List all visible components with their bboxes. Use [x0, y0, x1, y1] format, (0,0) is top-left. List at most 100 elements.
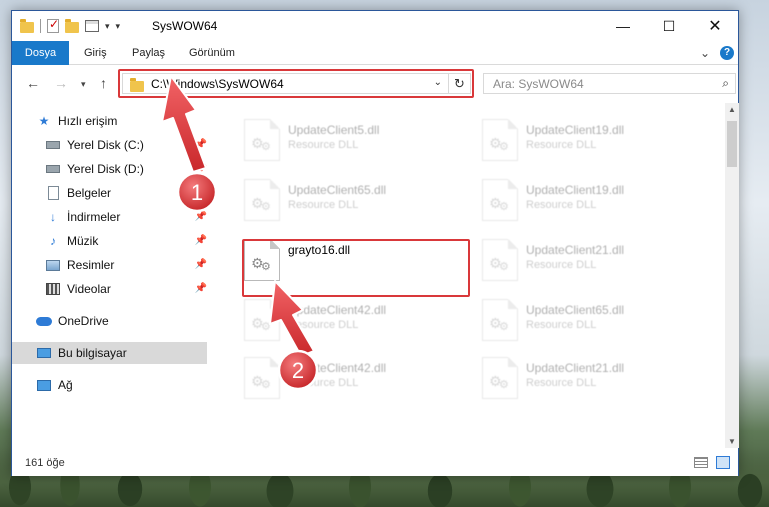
- file-type: Resource DLL: [288, 377, 359, 389]
- file-item[interactable]: ⚙ ⚙ UpdateClient42.dll Resource DLL: [224, 351, 450, 406]
- file-list: ⚙ ⚙ UpdateClient5.dll Resource DLL ⚙ ⚙ Upd…: [217, 103, 725, 448]
- properties-check-icon[interactable]: [47, 17, 59, 33]
- sidebar-item-documents[interactable]: Belgeler 📌: [45, 182, 207, 204]
- scroll-thumb[interactable]: [727, 121, 737, 167]
- view-properties-icon[interactable]: [85, 20, 99, 32]
- file-item[interactable]: ⚙ ⚙ UpdateClient19.dll Resource DLL: [462, 173, 688, 228]
- drive-icon: [46, 141, 60, 149]
- file-item[interactable]: ⚙ ⚙ UpdateClient42.dll Resource DLL: [224, 293, 450, 348]
- window-title: SysWOW64: [152, 19, 218, 33]
- search-input[interactable]: Ara: SysWOW64 ⌕: [483, 73, 736, 94]
- dll-file-icon: ⚙ ⚙: [482, 299, 518, 341]
- expand-ribbon-icon[interactable]: ⌄: [700, 46, 710, 60]
- file-type: Resource DLL: [526, 377, 597, 389]
- sidebar-item-label: Bu bilgisayar: [58, 346, 127, 360]
- tab-share[interactable]: Paylaş: [120, 41, 177, 65]
- sidebar-item-videos[interactable]: Videolar 📌: [45, 278, 207, 300]
- file-name: UpdateClient21.dll: [526, 361, 625, 375]
- sidebar-item-label: Müzik: [67, 234, 99, 248]
- file-item[interactable]: ⚙ ⚙ UpdateClient65.dll Resource DLL: [224, 173, 450, 228]
- dll-file-icon: ⚙ ⚙: [244, 357, 280, 399]
- pin-icon[interactable]: 📌: [195, 259, 207, 270]
- file-item[interactable]: ⚙ ⚙ UpdateClient21.dll Resource DLL: [462, 351, 688, 406]
- pin-icon[interactable]: 📌: [195, 187, 207, 198]
- tab-view[interactable]: Görünüm: [177, 41, 247, 65]
- scroll-down-icon[interactable]: ▼: [728, 437, 736, 446]
- pin-icon[interactable]: 📌: [195, 235, 207, 246]
- maximize-button[interactable]: ☐: [646, 11, 692, 41]
- sidebar-item-label: Videolar: [67, 282, 111, 296]
- pin-icon[interactable]: 📌: [195, 211, 207, 222]
- file-type: Resource DLL: [526, 139, 597, 151]
- star-icon: ★: [38, 114, 50, 128]
- new-folder-icon[interactable]: [65, 18, 79, 33]
- file-type: Resource DLL: [288, 199, 359, 211]
- customize-toolbar-icon[interactable]: ▾: [116, 21, 121, 32]
- cloud-icon: [36, 316, 52, 326]
- sidebar-item-downloads[interactable]: ↓ İndirmeler 📌: [45, 206, 207, 228]
- drive-icon: [46, 165, 60, 173]
- help-icon[interactable]: ?: [720, 46, 734, 60]
- sidebar-item-quick-access[interactable]: ★ Hızlı erişim: [36, 110, 207, 132]
- file-name: UpdateClient65.dll: [288, 183, 387, 197]
- file-explorer-window: ▾ ▾ SysWOW64 — ☐ ✕ Dosya Giriş Paylaş Gö…: [11, 10, 739, 476]
- minimize-button[interactable]: —: [600, 11, 646, 41]
- title-bar: ▾ ▾ SysWOW64 — ☐ ✕: [12, 11, 738, 41]
- dll-file-icon: ⚙ ⚙: [482, 357, 518, 399]
- pin-icon[interactable]: 📌: [195, 139, 207, 150]
- sidebar-item-label: Belgeler: [67, 186, 112, 200]
- sidebar-item-local-disk-c[interactable]: Yerel Disk (C:) 📌: [45, 134, 207, 156]
- search-icon: ⌕: [722, 76, 729, 90]
- sidebar-item-this-pc[interactable]: Bu bilgisayar: [12, 342, 207, 364]
- quick-access-dropdown-icon[interactable]: ▾: [105, 21, 110, 32]
- scroll-up-icon[interactable]: ▲: [728, 105, 736, 114]
- up-button[interactable]: ↑: [100, 75, 107, 91]
- file-type: Resource DLL: [526, 199, 597, 211]
- file-item[interactable]: ⚙ ⚙ UpdateClient5.dll Resource DLL: [224, 113, 450, 168]
- navigation-bar: ← → ▾ ↑ C:\Windows\SysWOW64 ⌄ ↻ Ara: Sys…: [12, 65, 738, 103]
- file-item[interactable]: ⚙ ⚙ UpdateClient19.dll Resource DLL: [462, 113, 688, 168]
- dll-file-icon: ⚙ ⚙: [482, 239, 518, 281]
- network-icon: [37, 379, 51, 391]
- folder-icon: [20, 18, 34, 33]
- file-type: Resource DLL: [526, 319, 597, 331]
- recent-locations-button[interactable]: ▾: [81, 79, 86, 90]
- item-count: 161 öğe: [25, 457, 65, 469]
- back-button[interactable]: ←: [26, 75, 40, 91]
- file-name: UpdateClient5.dll: [288, 123, 380, 137]
- status-bar: 161 öğe: [12, 448, 738, 476]
- sidebar-item-pictures[interactable]: Resimler 📌: [45, 254, 207, 276]
- sidebar-item-label: OneDrive: [58, 314, 109, 328]
- tab-home[interactable]: Giriş: [72, 41, 119, 65]
- file-name: UpdateClient19.dll: [526, 183, 625, 197]
- sidebar-item-local-disk-d[interactable]: Yerel Disk (D:) 📌: [45, 158, 207, 180]
- dll-file-icon: ⚙ ⚙: [482, 179, 518, 221]
- file-highlight-box: [242, 239, 470, 297]
- forward-button[interactable]: →: [54, 75, 68, 91]
- sidebar-item-music[interactable]: ♪ Müzik 📌: [45, 230, 207, 252]
- navigation-pane: ★ Hızlı erişim Yerel Disk (C:) 📌 Yerel D…: [12, 103, 217, 448]
- file-item[interactable]: ⚙ ⚙ UpdateClient21.dll Resource DLL: [462, 233, 688, 288]
- file-type: Resource DLL: [526, 259, 597, 271]
- sidebar-item-label: Hızlı erişim: [58, 114, 118, 128]
- sidebar-item-network[interactable]: Ağ: [36, 374, 207, 396]
- file-item[interactable]: ⚙ ⚙ UpdateClient65.dll Resource DLL: [462, 293, 688, 348]
- search-placeholder: Ara: SysWOW64: [493, 77, 584, 91]
- dll-file-icon: ⚙ ⚙: [482, 119, 518, 161]
- close-button[interactable]: ✕: [692, 11, 738, 41]
- sidebar-item-onedrive[interactable]: OneDrive: [36, 310, 207, 332]
- sidebar-item-label: Yerel Disk (C:): [67, 138, 144, 152]
- sidebar-item-label: Yerel Disk (D:): [67, 162, 144, 176]
- pin-icon[interactable]: 📌: [195, 283, 207, 294]
- tab-file[interactable]: Dosya: [12, 41, 69, 65]
- pin-icon[interactable]: 📌: [195, 163, 207, 174]
- large-icons-view-icon[interactable]: [716, 456, 730, 469]
- dll-file-icon: ⚙ ⚙: [244, 299, 280, 341]
- videos-icon: [46, 283, 60, 295]
- vertical-scrollbar[interactable]: ▲ ▼: [725, 103, 739, 448]
- file-name: UpdateClient65.dll: [526, 303, 625, 317]
- quick-access-toolbar: ▾ ▾: [20, 17, 121, 33]
- ribbon-tabs: Dosya Giriş Paylaş Görünüm ⌄ ?: [12, 41, 738, 65]
- dll-file-icon: ⚙ ⚙: [244, 179, 280, 221]
- details-view-icon[interactable]: [694, 457, 708, 468]
